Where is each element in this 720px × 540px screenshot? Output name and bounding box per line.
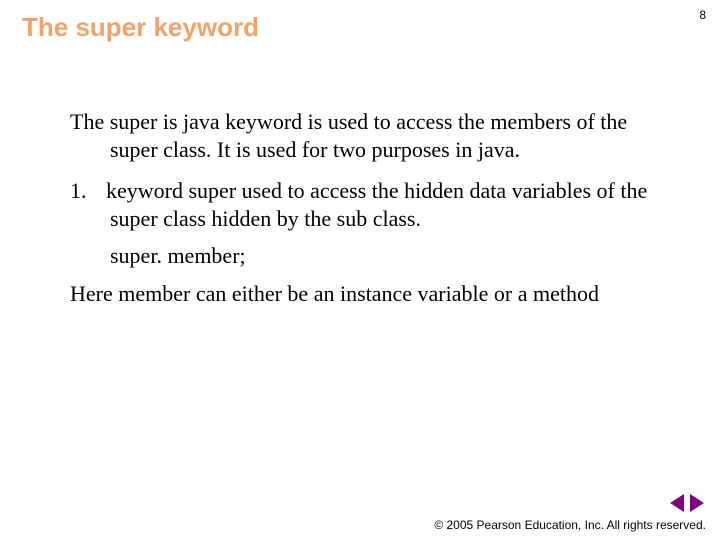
list-number: 1. (70, 177, 106, 205)
slide-title: The super keyword (22, 12, 259, 43)
footer-copyright: © 2005 Pearson Education, Inc. All right… (434, 518, 706, 532)
prev-arrow-icon[interactable] (670, 494, 684, 512)
page-number: 8 (699, 8, 706, 22)
next-arrow-icon[interactable] (690, 494, 704, 512)
slide-content: The super is java keyword is used to acc… (70, 108, 680, 307)
code-example: super. member; (70, 242, 680, 270)
list-item-1: 1.keyword super used to access the hidde… (70, 177, 680, 232)
intro-paragraph: The super is java keyword is used to acc… (70, 108, 680, 163)
closing-paragraph: Here member can either be an instance va… (70, 280, 680, 308)
list-item-text: keyword super used to access the hidden … (106, 178, 647, 231)
nav-arrows (670, 494, 704, 512)
